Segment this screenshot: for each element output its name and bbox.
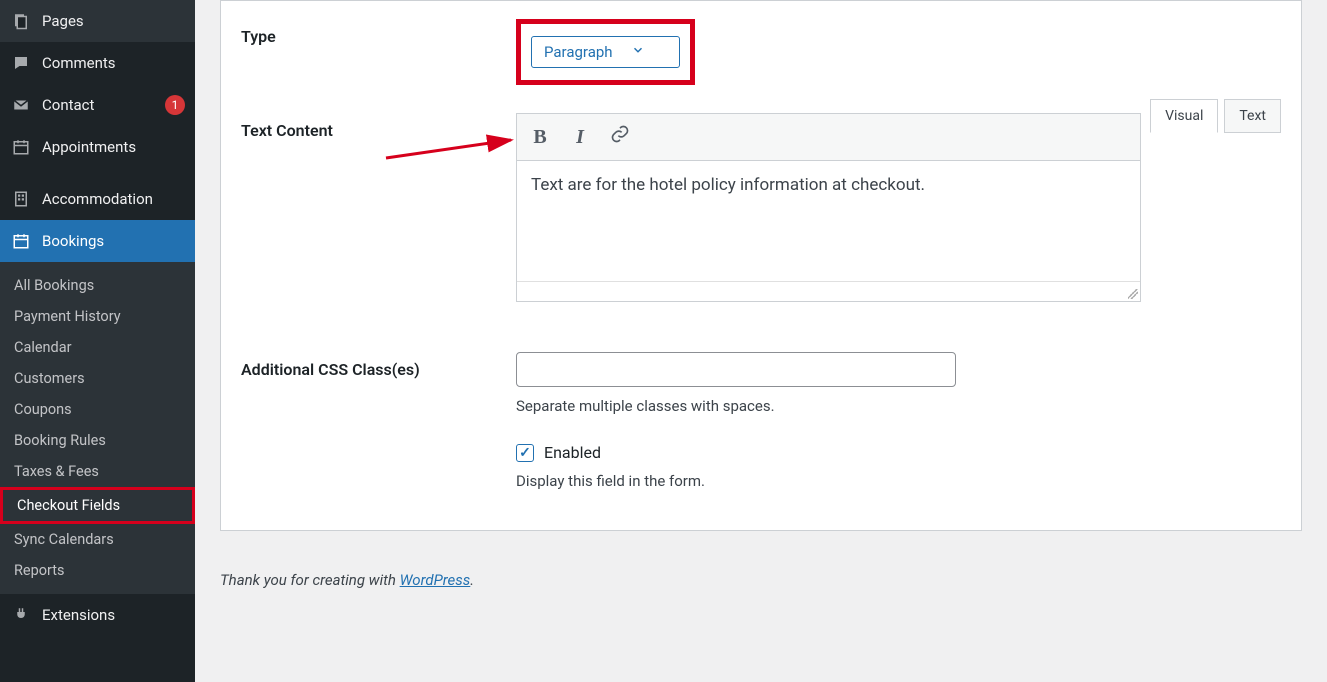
bold-button[interactable]: B — [529, 126, 551, 149]
menu-item-extensions[interactable]: Extensions — [0, 594, 195, 636]
submenu-customers[interactable]: Customers — [0, 363, 195, 394]
envelope-icon — [10, 94, 32, 116]
enabled-checkbox[interactable]: ✓ — [516, 444, 534, 462]
building-icon — [10, 188, 32, 210]
submenu-checkout-fields[interactable]: Checkout Fields — [0, 487, 195, 524]
plug-icon — [10, 604, 32, 626]
label-css-classes: Additional CSS Class(es) — [241, 352, 516, 379]
comments-icon — [10, 52, 32, 74]
submenu-coupons[interactable]: Coupons — [0, 394, 195, 425]
chevron-down-icon — [631, 43, 645, 61]
menu-label: Appointments — [42, 138, 185, 156]
editor-textarea[interactable]: Text are for the hotel policy informatio… — [517, 161, 1140, 281]
type-select[interactable]: Paragraph — [531, 36, 680, 68]
menu-label: Comments — [42, 54, 185, 72]
submenu-booking-rules[interactable]: Booking Rules — [0, 425, 195, 456]
menu-item-comments[interactable]: Comments — [0, 42, 195, 84]
menu-item-accommodation[interactable]: Accommodation — [0, 178, 195, 220]
menu-label: Extensions — [42, 606, 185, 624]
notification-badge: 1 — [165, 95, 185, 115]
footer-prefix: Thank you for creating with — [220, 571, 400, 589]
submenu-calendar[interactable]: Calendar — [0, 332, 195, 363]
enabled-label: Enabled — [544, 443, 601, 462]
pages-icon — [10, 10, 32, 32]
row-css-classes: Additional CSS Class(es) Separate multip… — [241, 352, 1281, 415]
submenu-taxes-fees[interactable]: Taxes & Fees — [0, 456, 195, 487]
footer-link[interactable]: WordPress — [400, 571, 471, 589]
submenu-all-bookings[interactable]: All Bookings — [0, 270, 195, 301]
tab-visual[interactable]: Visual — [1150, 99, 1218, 133]
label-text-content: Text Content — [241, 113, 516, 140]
select-value: Paragraph — [544, 43, 613, 61]
submenu-reports[interactable]: Reports — [0, 555, 195, 586]
submenu-payment-history[interactable]: Payment History — [0, 301, 195, 332]
enabled-help-text: Display this field in the form. — [516, 472, 1281, 490]
row-enabled: ✓ Enabled Display this field in the form… — [241, 443, 1281, 490]
css-help-text: Separate multiple classes with spaces. — [516, 397, 1281, 415]
label-enabled — [241, 443, 516, 451]
type-highlight-box: Paragraph — [516, 19, 695, 85]
calendar-icon — [10, 136, 32, 158]
italic-button[interactable]: I — [569, 126, 591, 149]
menu-item-appointments[interactable]: Appointments — [0, 126, 195, 168]
menu-label: Contact — [42, 96, 159, 114]
calendar-icon — [10, 230, 32, 252]
footer: Thank you for creating with WordPress. — [220, 571, 1302, 589]
menu-label: Accommodation — [42, 190, 185, 208]
admin-sidebar: Pages Comments Contact 1 Appointments Ac… — [0, 0, 195, 682]
menu-label: Bookings — [42, 232, 185, 250]
menu-label: Pages — [42, 12, 185, 30]
editor-resize-handle[interactable] — [517, 281, 1140, 301]
footer-suffix: . — [470, 571, 474, 589]
rich-editor: B I Text are for the hotel policy inform… — [516, 113, 1141, 302]
row-type: Type Paragraph — [241, 19, 1281, 85]
menu-item-bookings[interactable]: Bookings — [0, 220, 195, 262]
css-classes-input[interactable] — [516, 352, 956, 387]
main-content: Type Paragraph Text Content Visual Text — [195, 0, 1327, 682]
bookings-submenu: All Bookings Payment History Calendar Cu… — [0, 262, 195, 594]
submenu-sync-calendars[interactable]: Sync Calendars — [0, 524, 195, 555]
menu-item-pages[interactable]: Pages — [0, 0, 195, 42]
row-text-content: Text Content Visual Text B I Text are fo… — [241, 113, 1281, 302]
tab-text[interactable]: Text — [1224, 99, 1281, 133]
editor-tabs: Visual Text — [1150, 99, 1281, 133]
label-type: Type — [241, 19, 516, 46]
menu-item-contact[interactable]: Contact 1 — [0, 84, 195, 126]
form-panel: Type Paragraph Text Content Visual Text — [220, 0, 1302, 531]
link-button[interactable] — [609, 124, 631, 150]
editor-toolbar: B I — [517, 114, 1140, 161]
